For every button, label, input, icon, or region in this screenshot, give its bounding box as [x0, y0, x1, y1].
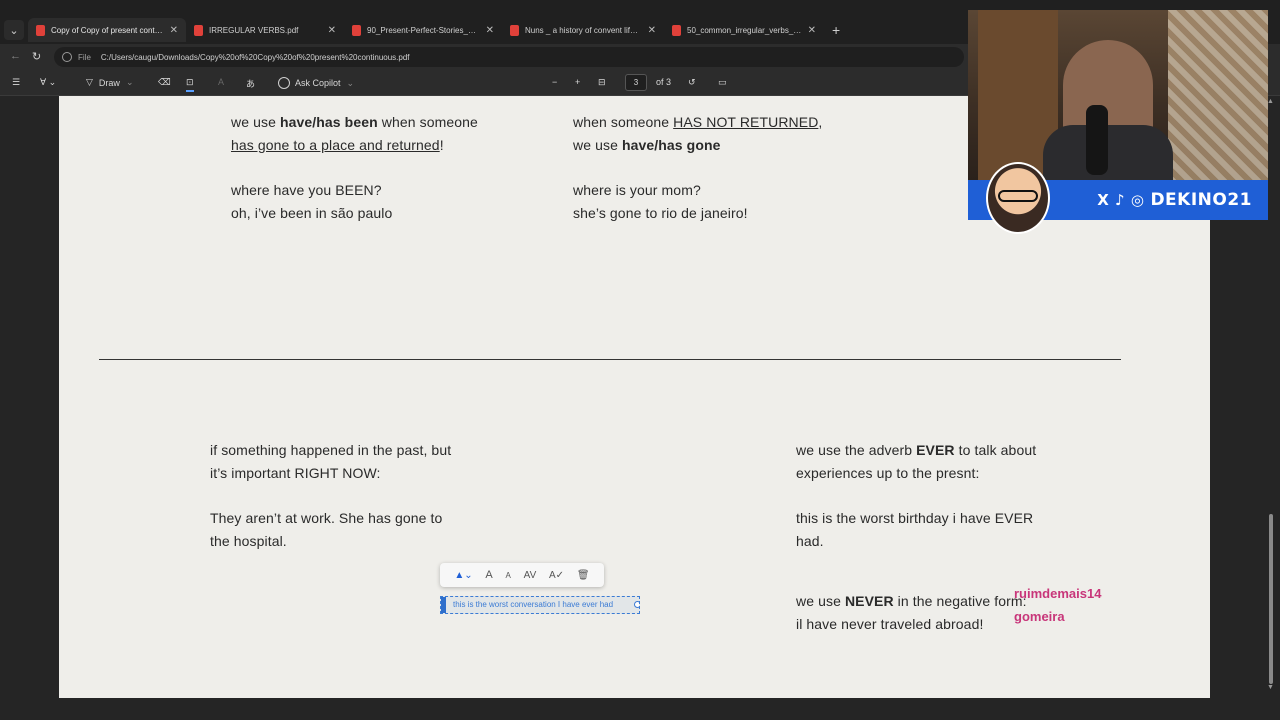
eraser-icon[interactable]: ⌫ [158, 77, 171, 88]
decrease-font-icon[interactable]: A [506, 571, 511, 580]
social-icons: X ♪ ◎ [1097, 191, 1145, 209]
zoom-in-button[interactable]: + [575, 77, 580, 87]
text-line: has gone to a place and returned! [231, 137, 444, 153]
tab-label: IRREGULAR VERBS.pdf [209, 25, 299, 35]
ask-copilot-button[interactable]: Ask Copilot ⌄ [278, 77, 354, 89]
text-line: we use have/has been when someone [231, 114, 478, 130]
scroll-up-icon[interactable]: ▲ [1267, 98, 1274, 105]
pdf-icon [352, 24, 361, 36]
scroll-thumb[interactable] [1269, 514, 1273, 684]
pdf-icon [510, 24, 519, 36]
text-line: They aren’t at work. She has gone to [210, 510, 443, 526]
url-text: C:/Users/caugu/Downloads/Copy%20of%20Cop… [100, 52, 410, 62]
read-aloud-icon[interactable]: あ [246, 77, 255, 90]
tab-irregular-verbs[interactable]: IRREGULAR VERBS.pdf ✕ [186, 18, 344, 42]
pdf-icon [194, 24, 203, 36]
text-line: oh, i’ve been in são paulo [231, 205, 393, 221]
fit-page-icon[interactable]: ⊟ [598, 77, 606, 88]
draw-label: Draw [98, 77, 120, 88]
chat-message: gomeira [1014, 609, 1065, 624]
page-total: of 3 [656, 77, 672, 87]
increase-font-icon[interactable]: A [485, 569, 492, 581]
close-icon[interactable]: ✕ [808, 25, 816, 36]
text-cursor [441, 597, 446, 613]
text-line: this is the worst birthday i have EVER [796, 510, 1034, 526]
annotation-text-box[interactable]: this is the worst conversation I have ev… [440, 596, 640, 614]
text-line: had. [796, 533, 824, 549]
page-view-icon[interactable]: ▭ [718, 77, 727, 88]
contents-icon[interactable]: ☰ [12, 77, 20, 88]
text-line: the hospital. [210, 533, 287, 549]
pdf-icon [36, 24, 45, 36]
ask-copilot-label: Ask Copilot [295, 78, 341, 88]
tab-copy-of-copy[interactable]: Copy of Copy of present continuo ✕ [28, 18, 186, 42]
text-line: we use NEVER in the negative form: [796, 593, 1027, 609]
text-line: if something happened in the past, but [210, 442, 452, 458]
text-line: where is your mom? [573, 182, 701, 198]
avatar-glasses [998, 190, 1038, 202]
copilot-icon [278, 77, 290, 89]
draw-button[interactable]: ▽ Draw ⌄ [86, 77, 133, 88]
back-icon[interactable]: ← [10, 50, 21, 62]
zoom-out-button[interactable]: − [552, 77, 557, 87]
draw-icon: ▽ [86, 77, 93, 87]
tab-label: Copy of Copy of present continuo [51, 25, 164, 35]
chevron-down-icon: ⌄ [125, 77, 134, 87]
chat-message: ruimdemais14 [1014, 586, 1102, 601]
text-line: she’s gone to rio de janeiro! [573, 205, 748, 221]
divider [99, 359, 1121, 360]
url-field[interactable]: File C:/Users/caugu/Downloads/Copy%20of%… [54, 47, 964, 67]
microphone [1086, 105, 1108, 175]
webcam-overlay [968, 10, 1268, 180]
text-line: it’s important RIGHT NOW: [210, 465, 381, 481]
scroll-down-icon[interactable]: ▼ [1267, 684, 1274, 691]
tab-label: 90_Present-Perfect-Stories_US_St [367, 25, 480, 35]
new-tab-button[interactable]: + [832, 22, 840, 38]
add-text-icon[interactable]: ⊡ [186, 77, 194, 92]
tab-common-irregular-verbs[interactable]: 50_common_irregular_verbs_list.p ✕ [664, 18, 824, 42]
file-label: File [78, 52, 91, 62]
text-line: when someone HAS NOT RETURNED, [573, 114, 823, 130]
rotate-icon[interactable]: ↺ [688, 77, 696, 88]
refresh-icon[interactable]: ↻ [32, 50, 41, 63]
annotation-toolbar: ▲⌄ A A AV A✓ 🗑 [440, 563, 604, 587]
close-icon[interactable]: ✕ [328, 25, 336, 36]
close-icon[interactable]: ✕ [648, 25, 656, 36]
text-format-icon[interactable]: A [218, 77, 224, 87]
tab-present-perfect-stories[interactable]: 90_Present-Perfect-Stories_US_St ✕ [344, 18, 502, 42]
spell-check-icon[interactable]: A✓ [549, 570, 564, 581]
text-line: il have never traveled abroad! [796, 616, 984, 632]
tab-nuns-history[interactable]: Nuns _ a history of convent life, 14 ✕ [502, 18, 664, 42]
tab-label: Nuns _ a history of convent life, 14 [525, 25, 642, 35]
text-spacing-icon[interactable]: AV [524, 570, 537, 581]
resize-handle[interactable] [634, 601, 639, 608]
text-line: we use the adverb EVER to talk about [796, 442, 1037, 458]
streamer-shirt [1043, 125, 1173, 180]
text-line: we use have/has gone [573, 137, 721, 153]
close-icon[interactable]: ✕ [486, 25, 494, 36]
cartoon-avatar [986, 162, 1050, 234]
background-art [1168, 10, 1268, 180]
text-line: experiences up to the presnt: [796, 465, 980, 481]
social-handle: DEKINO21 [1150, 190, 1252, 210]
text-line: where have you BEEN? [231, 182, 382, 198]
pdf-icon [672, 24, 681, 36]
annotation-text: this is the worst conversation I have ev… [453, 600, 614, 609]
tab-label: 50_common_irregular_verbs_list.p [687, 25, 802, 35]
close-icon[interactable]: ✕ [170, 25, 178, 36]
highlight-icon[interactable]: ∀ ⌄ [40, 77, 56, 88]
text-color-icon[interactable]: ▲⌄ [454, 570, 472, 581]
chevron-down-icon: ⌄ [346, 77, 355, 88]
page-number-input[interactable]: 3 [625, 74, 647, 91]
info-icon [62, 52, 72, 62]
tab-actions-menu[interactable]: ⌄ [4, 20, 24, 40]
delete-icon[interactable]: 🗑 [577, 570, 590, 581]
